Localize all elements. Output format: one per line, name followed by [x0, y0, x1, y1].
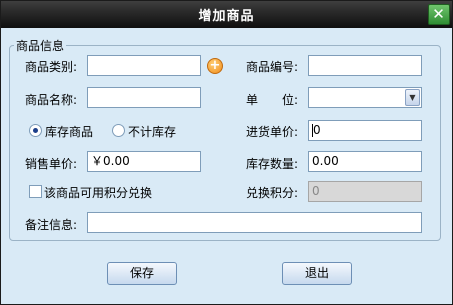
remarks-input[interactable] — [87, 212, 422, 233]
purchase-price-value: 0 — [313, 123, 321, 137]
name-input[interactable] — [87, 87, 201, 108]
sale-price-input[interactable]: ￥0.00 — [87, 151, 201, 172]
group-legend: 商品信息 — [16, 39, 65, 53]
no-stock-label[interactable]: 不计库存 — [128, 123, 176, 140]
purchase-price-label: 进货单价: — [246, 125, 299, 139]
title-bar[interactable]: 增加商品 ✕ — [1, 1, 452, 28]
no-stock-radio[interactable] — [112, 124, 125, 137]
dialog-body: 商品信息 商品类别: + 商品编号: 商品名称: 单 位: ▼ 库存商品 不计库… — [1, 28, 452, 304]
add-product-dialog: 增加商品 ✕ 商品信息 商品类别: + 商品编号: 商品名称: 单 位: ▼ 库… — [0, 0, 453, 305]
code-input[interactable] — [308, 55, 422, 76]
points-redeem-checkbox[interactable] — [29, 185, 42, 198]
chevron-down-icon[interactable]: ▼ — [405, 89, 420, 106]
sale-price-label: 销售单价: — [25, 157, 78, 171]
category-label: 商品类别: — [25, 60, 78, 74]
stock-qty-label: 库存数量: — [246, 157, 299, 171]
close-icon[interactable]: ✕ — [428, 4, 450, 25]
redeem-points-label: 兑换积分: — [246, 186, 299, 200]
exit-button[interactable]: 退出 — [282, 262, 352, 285]
window-title: 增加商品 — [198, 9, 255, 24]
code-label: 商品编号: — [246, 60, 299, 74]
save-button[interactable]: 保存 — [107, 262, 177, 285]
remarks-label: 备注信息: — [25, 218, 78, 232]
category-input[interactable] — [87, 55, 201, 76]
stock-item-radio[interactable] — [29, 124, 42, 137]
unit-select[interactable]: ▼ — [308, 87, 422, 108]
purchase-price-input[interactable]: 0 — [308, 120, 422, 141]
add-icon[interactable]: + — [207, 58, 223, 74]
stock-item-label[interactable]: 库存商品 — [45, 123, 93, 140]
redeem-points-input: 0 — [308, 181, 422, 202]
unit-label: 单 位: — [246, 93, 299, 107]
stock-qty-input[interactable]: 0.00 — [308, 151, 422, 172]
points-redeem-label[interactable]: 该商品可用积分兑换 — [44, 184, 152, 201]
name-label: 商品名称: — [25, 93, 78, 107]
